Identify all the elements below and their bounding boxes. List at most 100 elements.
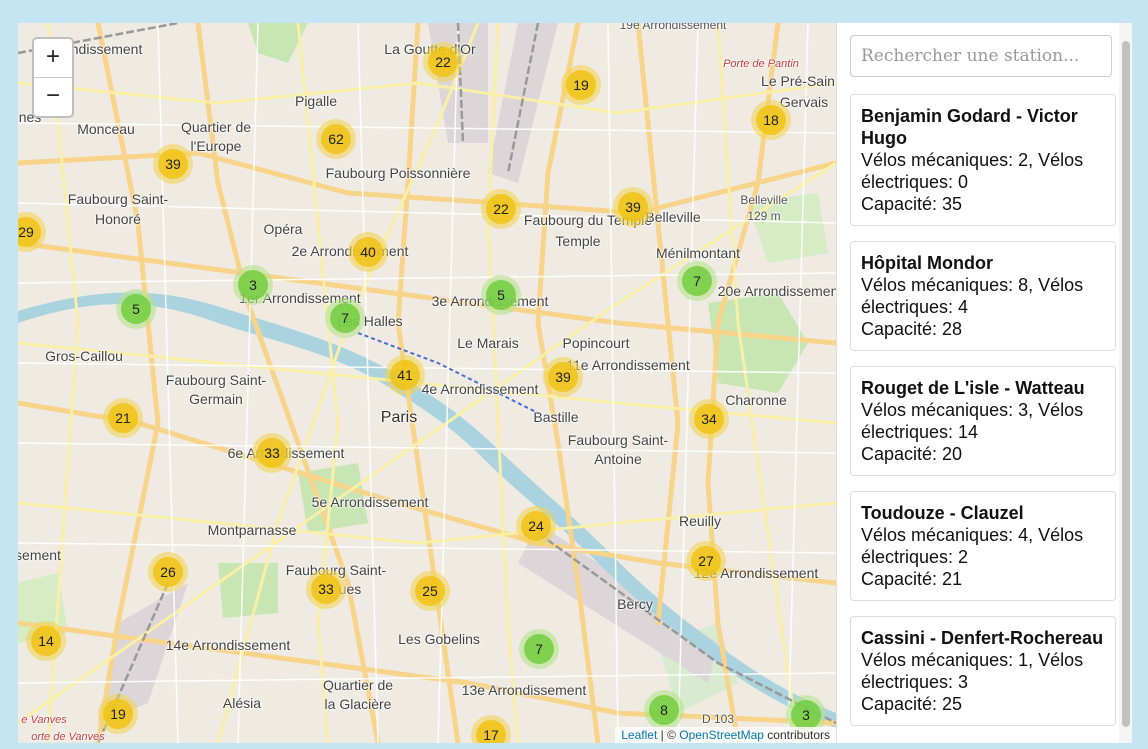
- map-label: Opéra: [263, 221, 303, 237]
- station-bikes: Vélos mécaniques: 1, Vélos: [861, 650, 1084, 670]
- station-card[interactable]: Toudouze - Clauzel Vélos mécaniques: 4, …: [850, 491, 1116, 601]
- map-label: Charonne: [725, 392, 787, 408]
- cluster-marker[interactable]: 8: [644, 690, 684, 730]
- cluster-marker[interactable]: 7: [519, 629, 559, 669]
- cluster-count: 41: [390, 360, 420, 390]
- scrollbar-thumb[interactable]: [1122, 41, 1130, 727]
- cluster-marker[interactable]: 39: [543, 357, 583, 397]
- cluster-marker[interactable]: 39: [153, 144, 193, 184]
- station-capacity: Capacité: 35: [861, 194, 963, 214]
- leaflet-link[interactable]: Leaflet: [621, 728, 657, 742]
- map-label: Quartier de: [322, 677, 394, 693]
- station-bikes: Vélos mécaniques: 2, Vélos: [861, 150, 1084, 170]
- map-view[interactable]: 19e Arrondissement rrondissement La Gout…: [18, 23, 836, 743]
- zoom-out-button[interactable]: −: [34, 77, 72, 116]
- map-label: 11e Arrondissement: [566, 357, 690, 373]
- map-label: Faubourg Saint-: [567, 432, 669, 448]
- station-ebikes: électriques: 14: [861, 422, 979, 442]
- station-search-input[interactable]: [850, 35, 1112, 77]
- cluster-marker[interactable]: 40: [348, 232, 388, 272]
- map-label: Porte de Pantin: [723, 58, 799, 70]
- map-label: 14e Arrondissement: [165, 637, 291, 653]
- cluster-count: 5: [121, 294, 151, 324]
- cluster-marker[interactable]: 5: [481, 275, 521, 315]
- cluster-marker[interactable]: 26: [148, 552, 188, 592]
- cluster-count: 19: [566, 70, 596, 100]
- map-label: Temple: [555, 233, 601, 249]
- cluster-marker[interactable]: 24: [516, 506, 556, 546]
- osm-link[interactable]: OpenStreetMap: [679, 728, 764, 742]
- cluster-count: 7: [330, 303, 360, 333]
- cluster-count: 62: [321, 124, 351, 154]
- station-name: Toudouze - Clauzel: [861, 503, 1024, 523]
- station-bikes: Vélos mécaniques: 3, Vélos: [861, 400, 1084, 420]
- station-card[interactable]: Cassini - Denfert-Rochereau Vélos mécani…: [850, 616, 1116, 726]
- cluster-marker[interactable]: 22: [481, 189, 521, 229]
- map-label: Alésia: [222, 695, 262, 711]
- cluster-count: 25: [415, 576, 445, 606]
- cluster-marker[interactable]: 39: [613, 187, 653, 227]
- cluster-count: 26: [153, 557, 183, 587]
- map-label: Belleville: [740, 193, 788, 207]
- map-label: Germain: [189, 391, 243, 407]
- cluster-marker[interactable]: 41: [385, 355, 425, 395]
- cluster-count: 18: [756, 105, 786, 135]
- cluster-count: 39: [548, 362, 578, 392]
- map-label: Belleville: [645, 209, 701, 225]
- map-label: Ménilmontant: [655, 245, 741, 261]
- cluster-marker[interactable]: 19: [561, 65, 601, 105]
- map-attribution: Leaflet | © OpenStreetMap contributors: [615, 727, 836, 743]
- map-label: Montparnasse: [207, 522, 297, 538]
- station-capacity: Capacité: 28: [861, 319, 963, 339]
- cluster-marker[interactable]: 7: [677, 261, 717, 301]
- map-label: 4e Arrondissement: [421, 381, 539, 397]
- cluster-count: 34: [694, 404, 724, 434]
- cluster-marker[interactable]: 21: [103, 398, 143, 438]
- cluster-count: 40: [353, 237, 383, 267]
- map-label: e Vanves: [21, 714, 67, 726]
- map-label: Les Gobelins: [398, 631, 480, 647]
- cluster-count: 27: [691, 546, 721, 576]
- map-label: Faubourg Poissonnière: [325, 165, 471, 181]
- cluster-count: 5: [486, 280, 516, 310]
- map-label: 129 m: [747, 209, 781, 223]
- map-label: Bercy: [617, 596, 653, 612]
- map-label: Popincourt: [562, 335, 630, 351]
- cluster-marker[interactable]: 5: [116, 289, 156, 329]
- cluster-count: 14: [31, 626, 61, 656]
- cluster-marker[interactable]: 27: [686, 541, 726, 581]
- station-bikes: Vélos mécaniques: 4, Vélos: [861, 525, 1084, 545]
- cluster-marker[interactable]: 3: [233, 265, 273, 305]
- station-capacity: Capacité: 20: [861, 444, 963, 464]
- cluster-marker[interactable]: 18: [751, 100, 791, 140]
- map-label: 13e Arrondissement: [461, 682, 587, 698]
- cluster-marker[interactable]: 33: [252, 433, 292, 473]
- station-name: Benjamin Godard - Victor Hugo: [861, 106, 1078, 148]
- station-card[interactable]: Rouget de L'isle - Watteau Vélos mécaniq…: [850, 366, 1116, 476]
- map-label: 20e Arrondissement: [717, 283, 836, 299]
- zoom-in-button[interactable]: +: [34, 39, 72, 77]
- map-label: l'Europe: [190, 138, 242, 154]
- cluster-count: 22: [486, 194, 516, 224]
- attribution-separator: | ©: [657, 728, 680, 742]
- cluster-count: 8: [649, 695, 679, 725]
- map-label: Faubourg Saint-: [67, 191, 169, 207]
- cluster-count: 33: [311, 574, 341, 604]
- cluster-count: 22: [428, 47, 458, 77]
- map-label: D 103: [701, 712, 735, 726]
- cluster-marker[interactable]: 34: [689, 399, 729, 439]
- cluster-count: 7: [682, 266, 712, 296]
- station-card[interactable]: Benjamin Godard - Victor Hugo Vélos méca…: [850, 94, 1116, 226]
- cluster-marker[interactable]: 22: [423, 42, 463, 82]
- map-label: Le Pré-Sain: [761, 73, 835, 89]
- map-label: Le Marais: [457, 335, 519, 351]
- cluster-marker[interactable]: 25: [410, 571, 450, 611]
- cluster-marker[interactable]: 33: [306, 569, 346, 609]
- cluster-count: 19: [103, 699, 133, 729]
- cluster-marker[interactable]: 62: [316, 119, 356, 159]
- cluster-marker[interactable]: 7: [325, 298, 365, 338]
- map-label: orte de Vanves: [31, 731, 105, 743]
- station-card[interactable]: Hôpital Mondor Vélos mécaniques: 8, Vélo…: [850, 241, 1116, 351]
- cluster-marker[interactable]: 19: [98, 694, 138, 734]
- cluster-marker[interactable]: 14: [26, 621, 66, 661]
